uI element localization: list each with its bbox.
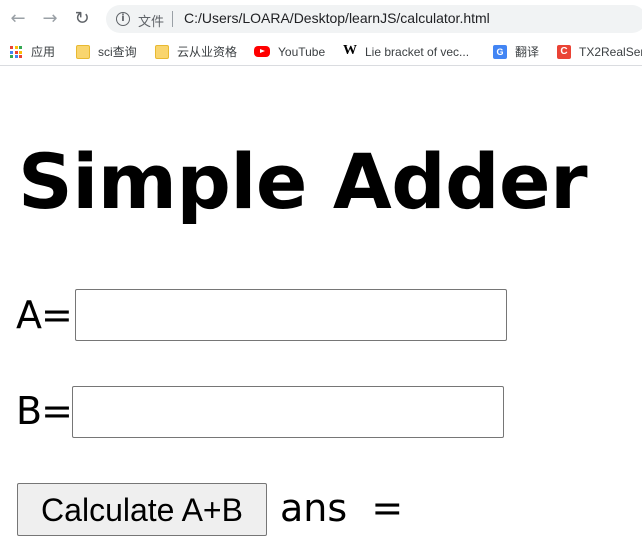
calculate-button[interactable]: Calculate A+B (17, 483, 267, 536)
input-a[interactable] (75, 289, 507, 341)
reload-icon[interactable]: ↻ (71, 8, 93, 30)
bookmark-label: YouTube (278, 45, 326, 59)
bookmark-wikipedia[interactable]: W Lie bracket of vec... (343, 43, 470, 60)
bookmarks-bar: 应用 sci查询 云从业资格 YouTube W Lie bracket of v… (0, 38, 642, 66)
scheme-label: 文件 (138, 15, 165, 30)
page-title: Simple Adder (18, 137, 588, 226)
tx2-icon: C (557, 45, 571, 59)
bookmark-sci[interactable]: sci查询 (76, 44, 137, 60)
wikipedia-icon: W (343, 43, 357, 58)
label-b: B= (16, 389, 73, 433)
bookmark-youtube[interactable]: YouTube (254, 44, 325, 60)
answer-label: ans = (280, 486, 404, 530)
info-icon[interactable]: i (116, 12, 130, 26)
address-divider (172, 11, 173, 27)
browser-toolbar: ← → ↻ i 文件 C:/Users/LOARA/Desktop/learnJ… (0, 0, 642, 38)
bookmark-label: 云从业资格 (177, 45, 238, 59)
back-arrow-icon[interactable]: ← (7, 8, 29, 30)
bookmark-cloud[interactable]: 云从业资格 (155, 44, 237, 60)
apps-grid-icon (10, 46, 22, 58)
address-bar[interactable]: i 文件 C:/Users/LOARA/Desktop/learnJS/calc… (106, 5, 642, 33)
bookmark-label: 翻译 (515, 45, 540, 59)
label-a: A= (16, 293, 73, 337)
url-text[interactable]: C:/Users/LOARA/Desktop/learnJS/calculato… (184, 10, 490, 26)
bookmark-tx2[interactable]: C TX2RealSer (557, 44, 642, 60)
bookmark-apps[interactable]: 应用 (10, 44, 55, 60)
input-b[interactable] (72, 386, 504, 438)
forward-arrow-icon[interactable]: → (39, 8, 61, 30)
bookmark-label: TX2RealSer (579, 45, 642, 59)
bookmark-translate[interactable]: G 翻译 (493, 44, 539, 60)
bookmark-label: Lie bracket of vec... (365, 45, 470, 59)
youtube-icon (254, 46, 270, 57)
bookmark-label: sci查询 (98, 45, 137, 59)
folder-icon (76, 45, 90, 59)
google-translate-icon: G (493, 45, 507, 59)
folder-icon (155, 45, 169, 59)
bookmark-label: 应用 (31, 45, 56, 59)
